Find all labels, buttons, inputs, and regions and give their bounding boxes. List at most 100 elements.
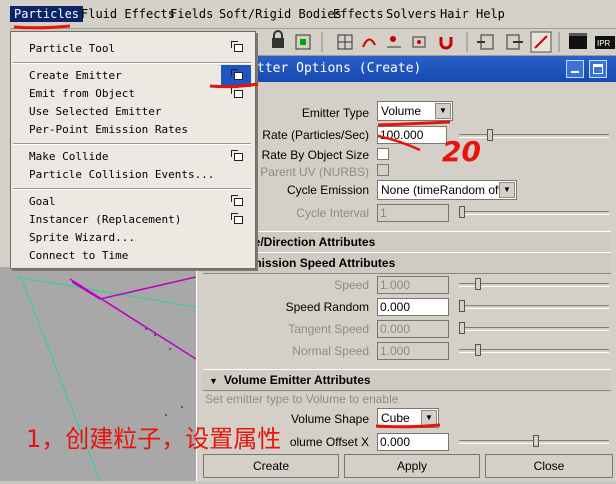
create-button[interactable]: Create (203, 454, 339, 478)
caption-annotation: 1，创建粒子，设置属性 (26, 425, 282, 453)
cycle-interval-slider[interactable] (459, 206, 609, 218)
point-snap-icon[interactable] (387, 36, 401, 48)
left-panel (0, 28, 10, 267)
cycle-interval-thumb[interactable] (459, 206, 465, 218)
window-title: tter Options (Create) (257, 61, 422, 76)
menu-hair[interactable]: Hair (436, 6, 473, 22)
particles-menu-dropdown: Particle Tool Create Emitter Emit from O… (10, 31, 256, 269)
option-box-icon[interactable] (231, 213, 243, 224)
emitter-type-value: Volume (381, 104, 422, 118)
menu-fields[interactable]: Fields (166, 6, 217, 22)
menu-item-create-emitter[interactable]: Create Emitter (29, 69, 122, 83)
speed-random-thumb[interactable] (459, 300, 465, 312)
input-icon[interactable] (477, 34, 494, 50)
maximize-button[interactable] (589, 60, 607, 78)
menu-item-goal[interactable]: Goal (29, 195, 56, 209)
minimize-button[interactable] (566, 60, 584, 78)
menu-item-per-point-emission[interactable]: Per-Point Emission Rates (29, 123, 188, 137)
section-emission-speed[interactable]: c Emission Speed Attributes (203, 252, 611, 274)
menu-fluid-effects[interactable]: Fluid Effects (77, 6, 179, 22)
tangent-speed-field[interactable]: 0.000 (377, 320, 449, 338)
menu-item-sprite-wizard[interactable]: Sprite Wizard... (29, 231, 135, 245)
curve-snap-icon[interactable] (362, 38, 376, 48)
scale-rate-checkbox[interactable] (377, 148, 389, 160)
ipr-render-icon[interactable]: IPR (595, 36, 615, 49)
svg-text:IPR: IPR (597, 39, 611, 48)
speed-random-slider[interactable] (459, 300, 609, 312)
apply-button[interactable]: Apply (344, 454, 480, 478)
close-button[interactable]: Close (485, 454, 613, 478)
menu-separator (13, 188, 251, 190)
emitter-options-window: tter Options (Create) Emitter Type Volum… (196, 56, 616, 481)
output-icon[interactable] (506, 34, 523, 50)
volume-offset-x-thumb[interactable] (533, 435, 539, 447)
tangent-speed-label: Tangent Speed (288, 322, 369, 336)
speed-random-label: Speed Random (285, 300, 369, 314)
volume-offset-x-field[interactable]: 0.000 (377, 433, 449, 451)
cycle-interval-field[interactable]: 1 (377, 204, 449, 222)
menu-item-use-selected-emitter[interactable]: Use Selected Emitter (29, 105, 161, 119)
menu-effects[interactable]: Effects (329, 6, 388, 22)
menu-separator (13, 143, 251, 145)
dropdown-arrow-icon: ▼ (421, 410, 437, 426)
section-label: c Emission Speed Attributes (233, 256, 396, 270)
menu-help[interactable]: Help (472, 6, 509, 22)
rate-label: Rate (Particles/Sec) (262, 128, 369, 142)
rate-annotation: 20 (442, 135, 481, 168)
normal-speed-slider[interactable] (459, 344, 609, 356)
option-box-icon[interactable] (231, 150, 243, 161)
emitter-type-dropdown[interactable]: Volume ▼ (377, 101, 453, 121)
normal-speed-thumb[interactable] (475, 344, 481, 356)
dropdown-arrow-icon: ▼ (499, 182, 515, 198)
render-icon[interactable] (569, 33, 587, 49)
volume-offset-x-slider[interactable] (459, 435, 609, 447)
option-box-icon[interactable] (231, 195, 243, 206)
normal-speed-label: Normal Speed (292, 344, 369, 358)
tangent-speed-thumb[interactable] (459, 322, 465, 334)
menu-particles[interactable]: Particles (10, 6, 84, 22)
speed-label: Speed (334, 278, 369, 292)
need-parent-uv-checkbox[interactable] (377, 164, 389, 176)
rate-field[interactable]: 100.000 (377, 126, 447, 144)
volume-shape-value: Cube (381, 411, 410, 425)
cycle-emission-value: None (timeRandom off) (381, 183, 506, 197)
menu-item-emit-from-object[interactable]: Emit from Object (29, 87, 135, 101)
lock-icon[interactable] (272, 30, 284, 48)
minimize-icon (571, 71, 579, 73)
speed-slider-thumb[interactable] (475, 278, 481, 290)
speed-field[interactable]: 1.000 (377, 276, 449, 294)
menu-soft-rigid-bodies[interactable]: Soft/Rigid Bodies (215, 6, 346, 22)
tangent-speed-slider[interactable] (459, 322, 609, 334)
option-box-icon[interactable] (231, 87, 243, 98)
collapse-arrow-icon[interactable]: ▼ (209, 371, 218, 391)
toolbar-icons: IPR (272, 30, 615, 53)
option-box-icon[interactable] (231, 69, 243, 80)
menu-separator (13, 62, 251, 64)
option-box-icon[interactable] (231, 41, 243, 52)
surface-snap-icon[interactable] (412, 36, 426, 48)
menu-item-make-collide[interactable]: Make Collide (29, 150, 108, 164)
menu-solvers[interactable]: Solvers (382, 6, 441, 22)
speed-random-field[interactable]: 0.000 (377, 298, 449, 316)
magnet-icon[interactable] (439, 37, 453, 50)
menu-item-particle-tool[interactable]: Particle Tool (29, 42, 115, 56)
maximize-icon (593, 64, 603, 74)
window-title-bar[interactable]: tter Options (Create) (197, 56, 616, 82)
rate-slider-thumb[interactable] (487, 129, 493, 141)
volume-shape-dropdown[interactable]: Cube ▼ (377, 408, 439, 428)
cycle-emission-dropdown[interactable]: None (timeRandom off) ▼ (377, 180, 517, 200)
normal-speed-field[interactable]: 1.000 (377, 342, 449, 360)
section-volume-emitter[interactable]: ▼ Volume Emitter Attributes (203, 369, 611, 391)
section-distance-direction[interactable]: ance/Direction Attributes (203, 231, 611, 253)
speed-slider[interactable] (459, 278, 609, 290)
grid-icon[interactable] (337, 34, 353, 50)
select-icon[interactable] (295, 34, 311, 50)
cycle-interval-label: Cycle Interval (296, 206, 369, 220)
construction-history-icon[interactable] (530, 31, 552, 53)
menu-item-connect-to-time[interactable]: Connect to Time (29, 249, 128, 263)
cycle-emission-label: Cycle Emission (286, 183, 369, 197)
menu-item-particle-collision-events[interactable]: Particle Collision Events... (29, 168, 214, 182)
rate-slider[interactable] (459, 129, 609, 141)
menu-item-instancer[interactable]: Instancer (Replacement) (29, 213, 181, 227)
emitter-type-label: Emitter Type (301, 106, 369, 120)
